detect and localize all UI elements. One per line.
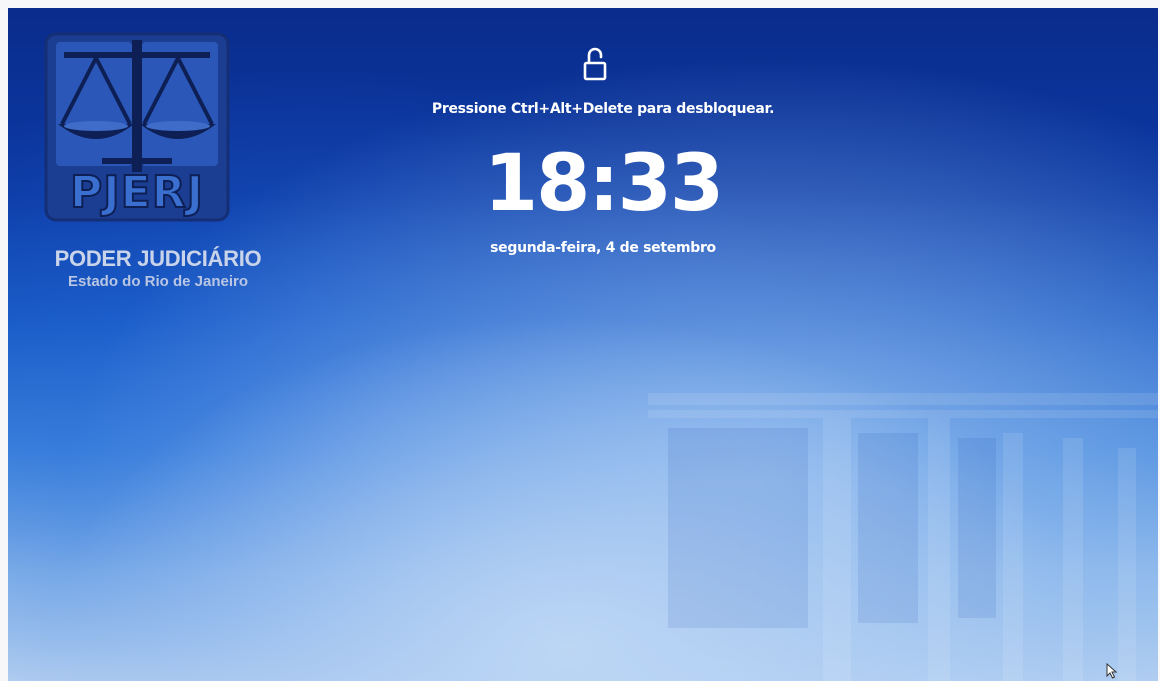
logo-abbreviation: PJERJ xyxy=(69,167,204,219)
clock-time: 18:33 xyxy=(483,139,724,229)
clock-date: segunda-feira, 4 de setembro xyxy=(490,240,716,256)
organization-subtitle: Estado do Rio de Janeiro xyxy=(67,273,249,290)
building-background xyxy=(648,393,1158,681)
organization-name: PODER JUDICIÁRIO xyxy=(54,246,262,271)
unlock-prompt: Pressione Ctrl+Alt+Delete para desbloque… xyxy=(431,101,775,117)
unlock-icon[interactable] xyxy=(583,46,607,82)
mouse-pointer-icon xyxy=(1106,663,1118,679)
photo-frame: PJERJ PODER JUDICIÁRIO Estado do Rio de … xyxy=(0,0,1160,681)
lock-screen[interactable]: PJERJ PODER JUDICIÁRIO Estado do Rio de … xyxy=(8,8,1158,681)
